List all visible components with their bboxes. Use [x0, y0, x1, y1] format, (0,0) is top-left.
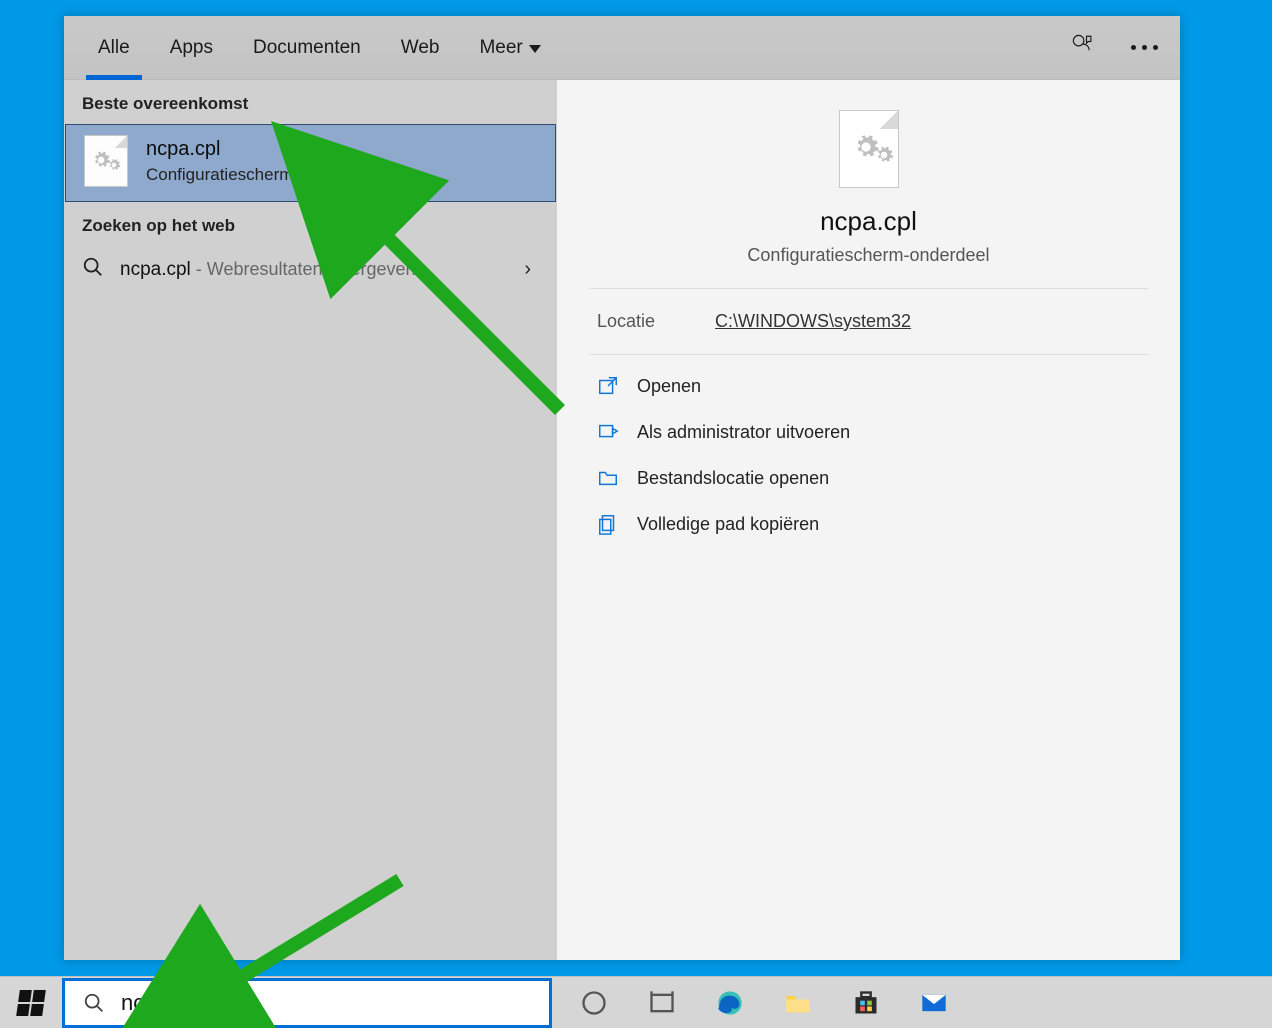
action-open[interactable]: Openen: [585, 363, 1152, 409]
action-run-as-admin[interactable]: Als administrator uitvoeren: [585, 409, 1152, 455]
taskbar-search-input[interactable]: ncpa.cpl: [62, 978, 552, 1028]
more-options-icon[interactable]: [1127, 45, 1162, 50]
open-icon: [597, 375, 619, 397]
cortana-icon[interactable]: [580, 989, 608, 1017]
web-search-heading: Zoeken op het web: [64, 202, 557, 246]
preview-location-row: Locatie C:\WINDOWS\system32: [557, 289, 1180, 354]
taskbar-pinned-apps: [580, 989, 948, 1017]
results-list: Beste overeenkomst ncpa.cpl Configuratie…: [64, 80, 557, 960]
tab-more-label: Meer: [479, 37, 522, 59]
action-copy-full-path[interactable]: Volledige pad kopiëren: [585, 501, 1152, 547]
web-search-result[interactable]: ncpa.cpl - Webresultaten weergeven ›: [64, 246, 557, 293]
location-label: Locatie: [597, 311, 655, 332]
tab-all[interactable]: Alle: [94, 16, 134, 79]
tab-web[interactable]: Web: [397, 16, 444, 79]
copy-icon: [597, 513, 619, 535]
best-match-heading: Beste overeenkomst: [64, 80, 557, 124]
taskbar: ncpa.cpl: [0, 976, 1272, 1028]
search-scope-tabbar: Alle Apps Documenten Web Meer: [64, 16, 1180, 79]
cpl-file-icon: [839, 110, 899, 188]
preview-subtitle: Configuratiescherm-onderdeel: [747, 245, 989, 266]
folder-icon: [597, 467, 619, 489]
search-icon: [82, 256, 104, 283]
best-match-title: ncpa.cpl: [146, 138, 375, 161]
start-button[interactable]: [0, 977, 62, 1028]
preview-title: ncpa.cpl: [820, 206, 917, 237]
location-link[interactable]: C:\WINDOWS\system32: [715, 311, 911, 332]
task-view-icon[interactable]: [648, 989, 676, 1017]
web-result-text: ncpa.cpl - Webresultaten weergeven: [120, 259, 416, 281]
tab-documents[interactable]: Documenten: [249, 16, 365, 79]
edge-icon[interactable]: [716, 989, 744, 1017]
shield-admin-icon: [597, 421, 619, 443]
chevron-right-icon: ›: [524, 258, 539, 281]
tab-more[interactable]: Meer: [475, 16, 544, 79]
chevron-down-icon: [529, 45, 541, 53]
windows-logo-icon: [16, 990, 46, 1016]
search-icon: [83, 992, 105, 1014]
mail-icon[interactable]: [920, 989, 948, 1017]
action-open-file-location[interactable]: Bestandslocatie openen: [585, 455, 1152, 501]
feedback-icon[interactable]: [1069, 31, 1097, 64]
tab-apps[interactable]: Apps: [166, 16, 217, 79]
microsoft-store-icon[interactable]: [852, 989, 880, 1017]
file-explorer-icon[interactable]: [784, 989, 812, 1017]
best-match-result[interactable]: ncpa.cpl Configuratiescherm-onderdeel: [65, 124, 556, 202]
result-preview-pane: ncpa.cpl Configuratiescherm-onderdeel Lo…: [557, 80, 1180, 960]
search-query-text: ncpa.cpl: [121, 990, 203, 1016]
start-search-panel: Alle Apps Documenten Web Meer Beste over…: [64, 16, 1180, 960]
best-match-subtitle: Configuratiescherm-onderdeel: [146, 165, 375, 185]
cpl-file-icon: [84, 135, 128, 187]
